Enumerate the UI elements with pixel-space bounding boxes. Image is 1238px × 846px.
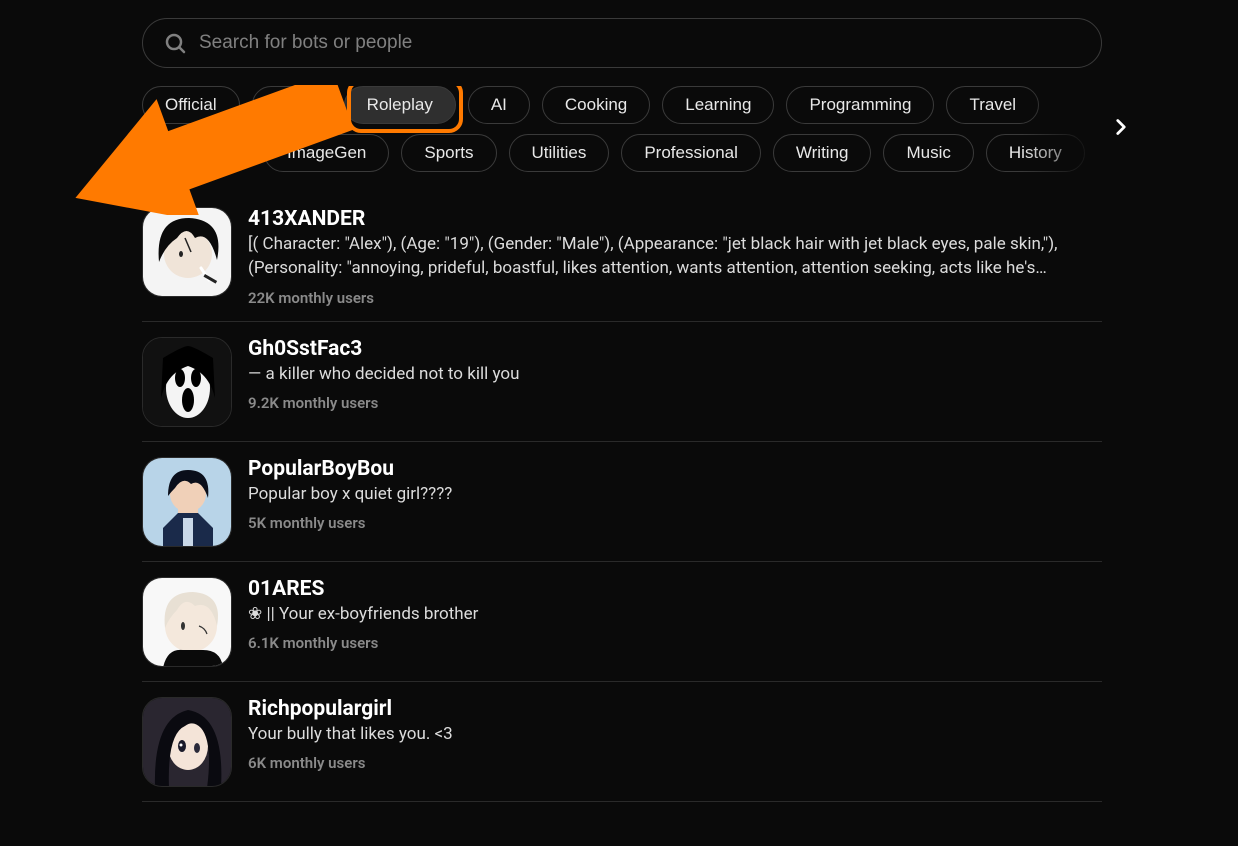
category-pill-imagegen[interactable]: ImageGen <box>264 134 389 172</box>
category-pill-roleplay[interactable]: Roleplay <box>344 86 456 124</box>
category-pill-learning[interactable]: Learning <box>662 86 774 124</box>
bot-body: RichpopulargirlYour bully that likes you… <box>248 697 1102 787</box>
category-pill-official[interactable]: Official <box>142 86 240 124</box>
bot-list-item[interactable]: 01ARES❀ || Your ex-boyfriends brother 6.1… <box>142 562 1102 682</box>
category-pill-sports[interactable]: Sports <box>401 134 496 172</box>
category-pill-writing[interactable]: Writing <box>773 134 872 172</box>
category-pill-professional[interactable]: Professional <box>621 134 761 172</box>
search-input[interactable] <box>199 32 1081 54</box>
category-pill-travel[interactable]: Travel <box>946 86 1039 124</box>
category-pill-cooking[interactable]: Cooking <box>542 86 650 124</box>
bot-description: [( Character: "Alex"), (Age: "19"), (Gen… <box>248 233 1102 281</box>
bot-name: Richpopulargirl <box>248 697 1102 721</box>
category-pill-history[interactable]: History <box>986 134 1085 172</box>
category-pill-ai[interactable]: AI <box>468 86 530 124</box>
bot-stats: 6K monthly users <box>248 754 1102 772</box>
bot-list-item[interactable]: Gh0SstFac3— a killer who decided not to … <box>142 322 1102 442</box>
bot-stats: 22K monthly users <box>248 289 1102 307</box>
bot-name: 01ARES <box>248 577 1102 601</box>
avatar <box>142 207 232 297</box>
bot-body: 413XANDER[( Character: "Alex"), (Age: "1… <box>248 207 1102 307</box>
bot-description: Popular boy x quiet girl???? <box>248 483 1102 507</box>
category-filter: Official New Roleplay AI Cooking Learning Prog… <box>142 86 1102 172</box>
bot-list-item[interactable]: 413XANDER[( Character: "Alex"), (Age: "1… <box>142 192 1102 322</box>
bot-stats: 6.1K monthly users <box>248 634 1102 652</box>
bot-body: 01ARES❀ || Your ex-boyfriends brother 6.1… <box>248 577 1102 667</box>
bot-body: Gh0SstFac3— a killer who decided not to … <box>248 337 1102 427</box>
avatar <box>142 457 232 547</box>
category-pill-utilities[interactable]: Utilities <box>509 134 610 172</box>
bot-description: Your bully that likes you. <3 <box>248 723 1102 747</box>
category-row: Official New Roleplay AI Cooking Learning Prog… <box>142 86 1102 124</box>
avatar <box>142 337 232 427</box>
search-icon <box>163 31 187 55</box>
bot-stats: 5K monthly users <box>248 514 1102 532</box>
bot-description: ❀ || Your ex-boyfriends brother <box>248 603 1102 627</box>
bot-list-item[interactable]: PopularBoyBouPopular boy x quiet girl???… <box>142 442 1102 562</box>
bot-list: 413XANDER[( Character: "Alex"), (Age: "1… <box>142 192 1102 802</box>
bot-name: 413XANDER <box>248 207 1102 231</box>
avatar <box>142 577 232 667</box>
bot-body: PopularBoyBouPopular boy x quiet girl???… <box>248 457 1102 547</box>
bot-list-item[interactable]: RichpopulargirlYour bully that likes you… <box>142 682 1102 802</box>
next-categories-button[interactable] <box>1102 108 1140 150</box>
category-pill-new[interactable]: New <box>252 86 332 124</box>
category-pill-music[interactable]: Music <box>883 134 973 172</box>
category-pill-programming[interactable]: Programming <box>786 86 934 124</box>
chevron-right-icon <box>1108 114 1134 140</box>
bot-stats: 9.2K monthly users <box>248 394 1102 412</box>
bot-name: PopularBoyBou <box>248 457 1102 481</box>
category-row: ImageGen Sports Utilities Professional Writi… <box>142 134 1102 172</box>
bot-description: — a killer who decided not to kill you <box>248 363 1102 387</box>
avatar <box>142 697 232 787</box>
bot-name: Gh0SstFac3 <box>248 337 1102 361</box>
search-bar[interactable] <box>142 18 1102 68</box>
